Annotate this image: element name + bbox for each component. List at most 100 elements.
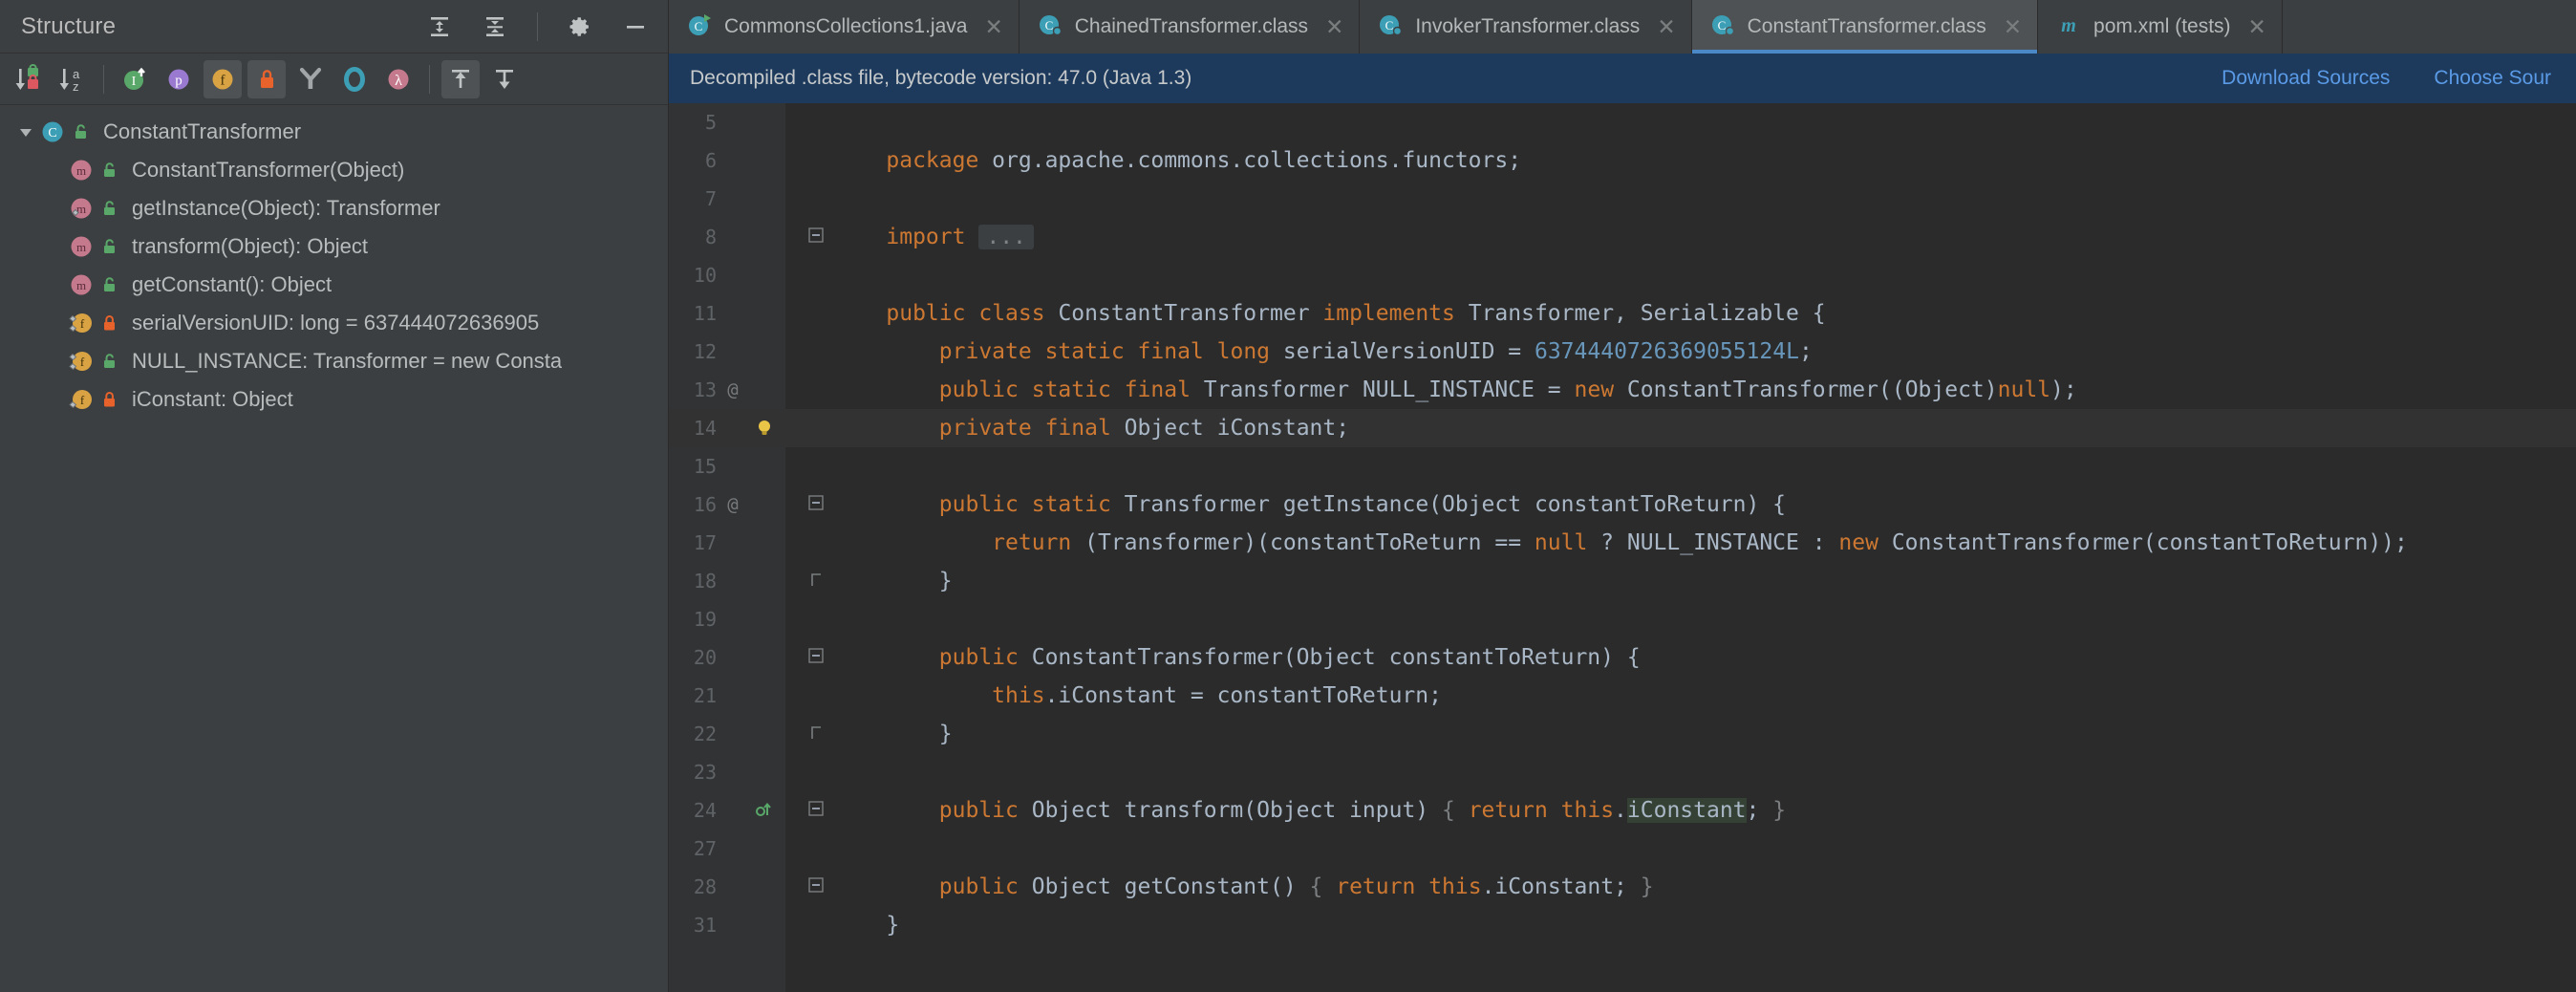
code-line[interactable]: public static final Transformer NULL_INS… bbox=[785, 371, 2576, 409]
fold-collapse-icon[interactable] bbox=[799, 492, 833, 517]
structure-tree[interactable]: C ConstantTransformer m ConstantTransfor… bbox=[0, 105, 668, 992]
close-icon[interactable]: ✕ bbox=[2004, 15, 2022, 38]
show-fields-icon[interactable]: f bbox=[204, 59, 242, 98]
gutter-row[interactable]: 14 bbox=[669, 409, 785, 447]
tree-item-field-iconstant[interactable]: f iConstant: Object bbox=[0, 380, 668, 419]
fold-collapse-icon[interactable] bbox=[799, 225, 833, 249]
code-line[interactable] bbox=[785, 830, 2576, 868]
code-token: iConstant bbox=[1626, 798, 1747, 823]
download-sources-link[interactable]: Download Sources bbox=[2222, 67, 2390, 90]
code-line[interactable]: this .iConstant = constantToReturn; bbox=[785, 677, 2576, 715]
gutter-row[interactable]: 16 @ bbox=[669, 485, 785, 524]
gutter-row[interactable]: 28 bbox=[669, 868, 785, 906]
gutter-row[interactable]: 12 bbox=[669, 333, 785, 371]
choose-sources-link[interactable]: Choose Sour bbox=[2434, 67, 2551, 90]
show-properties-icon[interactable]: p bbox=[160, 60, 198, 98]
show-non-public-icon[interactable] bbox=[247, 59, 286, 98]
tree-item-method-transform[interactable]: m transform(Object): Object bbox=[0, 227, 668, 266]
code-line[interactable]: public static Transformer getInstance(Ob… bbox=[785, 485, 2576, 524]
gutter-row[interactable]: 5 bbox=[669, 103, 785, 141]
fold-collapse-icon[interactable] bbox=[799, 874, 833, 899]
gutter-row[interactable]: 24 bbox=[669, 791, 785, 830]
code-line[interactable]: import ... bbox=[785, 218, 2576, 256]
gutter-row[interactable]: 22 bbox=[669, 715, 785, 753]
tree-item-class[interactable]: C ConstantTransformer bbox=[0, 113, 668, 151]
gutter-row[interactable]: 20 bbox=[669, 638, 785, 677]
code-line[interactable] bbox=[785, 180, 2576, 218]
code-token: import bbox=[886, 225, 966, 249]
show-anonymous-classes-icon[interactable] bbox=[291, 60, 330, 98]
gutter-row[interactable]: 27 bbox=[669, 830, 785, 868]
editor-gutter[interactable]: 5 6 7 8 10 11 12 13 @14 15 16 @17 18 19 20 21 22 23 24 27 28… bbox=[669, 103, 785, 992]
code-token: private bbox=[938, 416, 1032, 441]
autoscroll-to-source-icon[interactable] bbox=[441, 59, 480, 98]
fold-collapse-icon[interactable] bbox=[799, 645, 833, 670]
code-line[interactable]: } bbox=[785, 715, 2576, 753]
code-line[interactable]: private static final long serialVersionU… bbox=[785, 333, 2576, 371]
tree-item-method-getconstant[interactable]: m getConstant(): Object bbox=[0, 266, 668, 304]
code-line[interactable]: public Object getConstant() { return thi… bbox=[785, 868, 2576, 906]
line-number: 5 bbox=[704, 111, 717, 134]
collapse-all-icon[interactable] bbox=[476, 8, 514, 46]
code-line[interactable] bbox=[785, 256, 2576, 294]
code-line[interactable] bbox=[785, 103, 2576, 141]
fold-end-icon[interactable] bbox=[799, 722, 833, 746]
sort-by-visibility-icon[interactable] bbox=[10, 60, 48, 98]
gutter-row[interactable]: 7 bbox=[669, 180, 785, 218]
settings-gear-icon[interactable] bbox=[561, 8, 599, 46]
tree-item-field-null-instance[interactable]: f NULL_INSTANCE: Transformer = new Const… bbox=[0, 342, 668, 380]
code-line[interactable]: private final Object iConstant; bbox=[785, 409, 2576, 447]
gutter-row[interactable]: 13 @ bbox=[669, 371, 785, 409]
gutter-row[interactable]: 18 bbox=[669, 562, 785, 600]
gutter-row[interactable]: 6 bbox=[669, 141, 785, 180]
close-icon[interactable]: ✕ bbox=[984, 15, 1002, 38]
fold-collapse-icon[interactable] bbox=[799, 798, 833, 823]
code-editor[interactable]: 5 6 7 8 10 11 12 13 @14 15 16 @17 18 19 20 21 22 23 24 27 28… bbox=[669, 103, 2576, 992]
autoscroll-from-source-icon[interactable] bbox=[485, 60, 524, 98]
close-icon[interactable]: ✕ bbox=[1657, 15, 1675, 38]
code-line[interactable]: public class ConstantTransformer impleme… bbox=[785, 294, 2576, 333]
gutter-row[interactable]: 19 bbox=[669, 600, 785, 638]
gutter-row[interactable]: 11 bbox=[669, 294, 785, 333]
tree-item-method-getinstance[interactable]: m getInstance(Object): Transformer bbox=[0, 189, 668, 227]
show-lambdas-icon[interactable]: λ bbox=[379, 60, 418, 98]
vertical-scrollbar[interactable] bbox=[2563, 103, 2576, 992]
code-line[interactable]: public ConstantTransformer(Object consta… bbox=[785, 638, 2576, 677]
tab-pom-xml-tests[interactable]: m pom.xml (tests) ✕ bbox=[2038, 0, 2283, 54]
gutter-row[interactable]: 8 bbox=[669, 218, 785, 256]
expand-twisty-icon[interactable] bbox=[13, 123, 38, 140]
tab-chainedtransformer-class[interactable]: C ChainedTransformer.class ✕ bbox=[1020, 0, 1361, 54]
expand-all-icon[interactable] bbox=[420, 8, 459, 46]
code-line[interactable]: public Object transform(Object input) { … bbox=[785, 791, 2576, 830]
gutter-row[interactable]: 23 bbox=[669, 753, 785, 791]
unlock-green-icon bbox=[97, 352, 122, 371]
code-content[interactable]: package org.apache.commons.collections.f… bbox=[785, 103, 2576, 992]
fold-end-icon[interactable] bbox=[799, 569, 833, 593]
tree-item-field-serialversionuid[interactable]: f serialVersionUID: long = 6374440726369… bbox=[0, 304, 668, 342]
implementing-method-icon[interactable] bbox=[745, 800, 784, 821]
close-icon[interactable]: ✕ bbox=[1325, 15, 1343, 38]
tab-invokertransformer-class[interactable]: C InvokerTransformer.class ✕ bbox=[1360, 0, 1692, 54]
show-inherited-members-icon[interactable]: I bbox=[116, 60, 154, 98]
show-interfaces-icon[interactable] bbox=[335, 60, 374, 98]
code-line[interactable]: package org.apache.commons.collections.f… bbox=[785, 141, 2576, 180]
code-line[interactable] bbox=[785, 447, 2576, 485]
tab-commonscollections1-java[interactable]: C CommonsCollections1.java ✕ bbox=[669, 0, 1020, 54]
gutter-row[interactable]: 17 bbox=[669, 524, 785, 562]
gutter-row[interactable]: 10 bbox=[669, 256, 785, 294]
gutter-row[interactable]: 15 bbox=[669, 447, 785, 485]
sort-alphabetically-icon[interactable]: a z bbox=[54, 60, 92, 98]
tree-item-constructor[interactable]: m ConstantTransformer(Object) bbox=[0, 151, 668, 189]
code-line[interactable]: } bbox=[785, 562, 2576, 600]
code-line[interactable]: return (Transformer)(constantToReturn ==… bbox=[785, 524, 2576, 562]
code-line[interactable] bbox=[785, 753, 2576, 791]
code-line[interactable]: } bbox=[785, 906, 2576, 944]
tab-constanttransformer-class[interactable]: C ConstantTransformer.class ✕ bbox=[1691, 0, 2039, 54]
gutter-row[interactable]: 31 bbox=[669, 906, 785, 944]
intention-bulb-icon[interactable] bbox=[745, 418, 784, 439]
close-icon[interactable]: ✕ bbox=[2248, 15, 2266, 38]
hide-tool-window-icon[interactable] bbox=[616, 8, 655, 46]
gutter-row[interactable]: 21 bbox=[669, 677, 785, 715]
code-line[interactable] bbox=[785, 600, 2576, 638]
